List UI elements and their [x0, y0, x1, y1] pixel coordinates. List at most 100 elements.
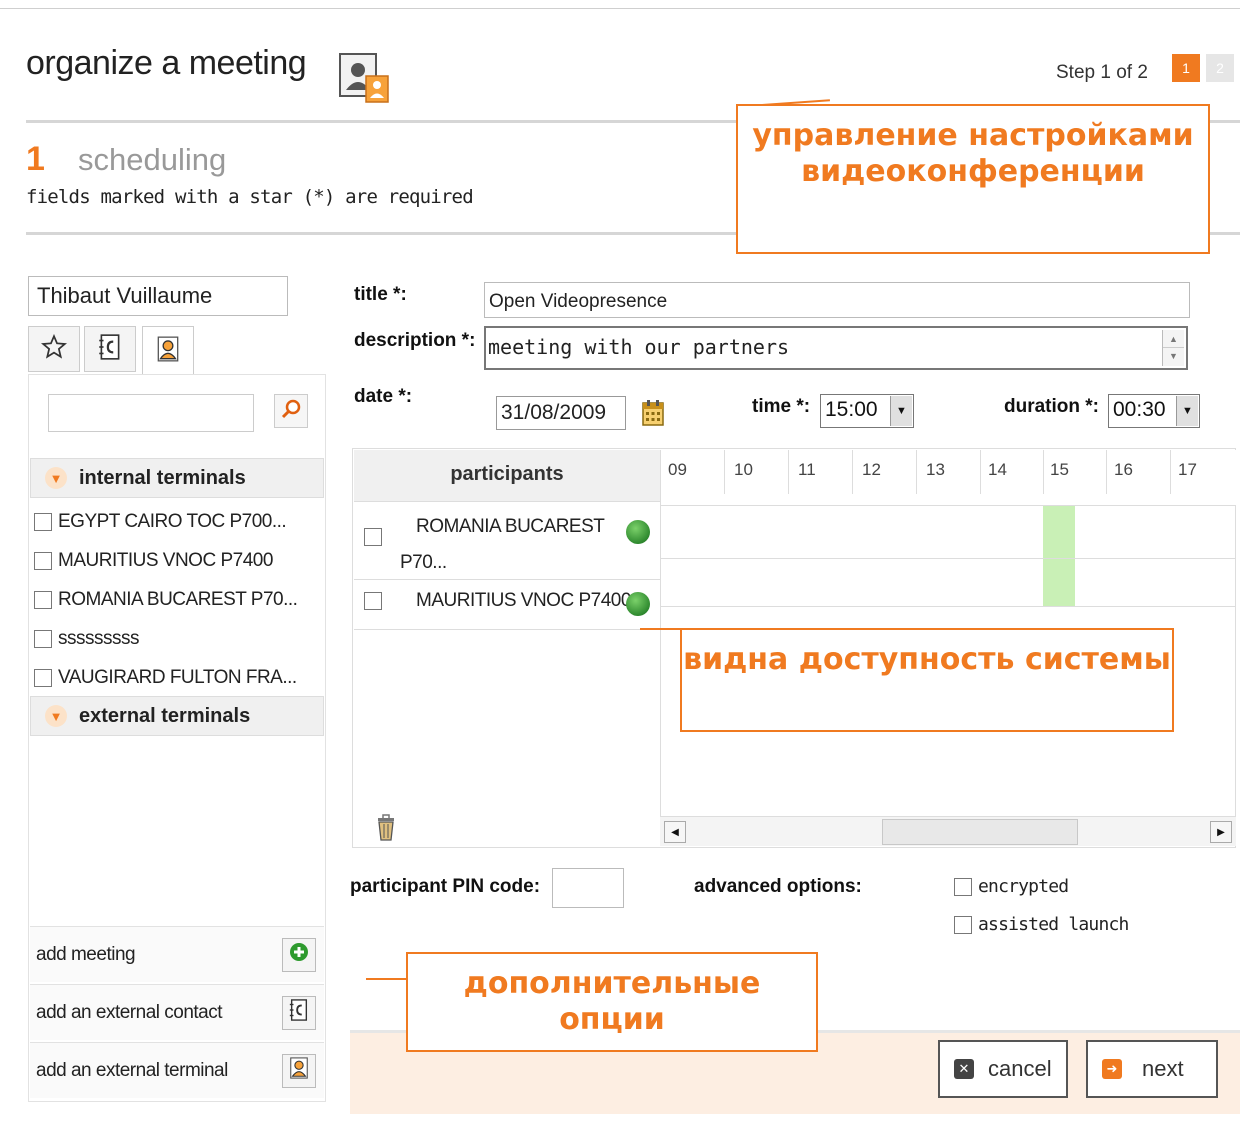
add-external-contact-label: add an external contact: [36, 1001, 223, 1023]
star-icon: [40, 333, 68, 365]
pin-input[interactable]: [552, 868, 624, 908]
next-label: next: [1142, 1056, 1184, 1081]
calendar-icon[interactable]: [640, 398, 666, 433]
time-label: time *:: [752, 396, 811, 417]
hour-label: 09: [668, 460, 687, 479]
participant-checkbox[interactable]: [364, 592, 382, 610]
chevron-down-icon: ▼: [890, 396, 912, 426]
chevron-down-icon: ▼: [45, 705, 67, 727]
user-name-field[interactable]: Thibaut Vuillaume: [28, 276, 288, 316]
annotation-settings: управление настройками видеоконференции: [736, 104, 1210, 254]
tab-contacts[interactable]: [84, 326, 136, 372]
address-book-icon: [97, 333, 123, 366]
encrypted-option[interactable]: encrypted: [954, 876, 1069, 897]
time-select[interactable]: 15:00 ▼: [820, 394, 914, 428]
participant-row[interactable]: MAURITIUS VNOC P7400: [354, 580, 660, 630]
add-meeting-button[interactable]: [282, 937, 316, 972]
user-terminal-icon: [155, 335, 181, 368]
participants-header: participants: [354, 450, 660, 502]
add-external-terminal-row: add an external terminal: [30, 1042, 324, 1098]
tab-favorites[interactable]: [28, 326, 80, 372]
participant-checkbox[interactable]: [364, 528, 382, 546]
hour-label: 15: [1050, 460, 1069, 479]
encrypted-checkbox[interactable]: [954, 877, 972, 896]
participant-row[interactable]: ROMANIA BUCAREST P70...: [354, 506, 660, 580]
assisted-launch-option[interactable]: assisted launch: [954, 914, 1129, 935]
add-external-terminal-button[interactable]: [282, 1053, 316, 1088]
next-button[interactable]: ➜ next: [1086, 1040, 1218, 1098]
scroll-left-icon[interactable]: ◀: [664, 821, 686, 843]
close-icon: ✕: [954, 1059, 974, 1079]
top-divider: [0, 8, 1240, 9]
title-input[interactable]: Open Videopresence: [484, 282, 1190, 318]
participants-column-divider: [660, 450, 661, 846]
assisted-launch-checkbox[interactable]: [954, 915, 972, 934]
date-input[interactable]: 31/08/2009: [496, 396, 626, 430]
external-terminals-header[interactable]: ▼ external terminals: [30, 696, 324, 736]
step-2-badge[interactable]: 2: [1206, 54, 1234, 82]
description-input[interactable]: meeting with our partners: [484, 326, 1188, 370]
terminal-checkbox[interactable]: [34, 668, 52, 687]
terminal-name: VAUGIRARD FULTON FRA...: [58, 666, 297, 688]
scroll-thumb[interactable]: [882, 819, 1078, 845]
participant-name: MAURITIUS VNOC P7400: [416, 590, 631, 611]
required-hint: fields marked with a star (*) are requir…: [26, 186, 474, 208]
add-external-terminal-label: add an external terminal: [36, 1059, 228, 1081]
hour-header: 09 10 11 12 13 14 15 16 17: [660, 450, 1236, 506]
hour-divider: [852, 450, 853, 494]
scroll-down-icon: ▼: [1169, 351, 1178, 361]
terminal-checkbox[interactable]: [34, 590, 52, 609]
add-external-contact-button[interactable]: [282, 995, 316, 1030]
internal-terminal-list: EGYPT CAIRO TOC P700... MAURITIUS VNOC P…: [34, 502, 322, 697]
timeline-row-divider: [660, 558, 1236, 559]
terminal-checkbox[interactable]: [34, 512, 52, 531]
list-item[interactable]: sssssssss: [34, 619, 322, 658]
add-meeting-label: add meeting: [36, 943, 136, 965]
scroll-right-icon[interactable]: ▶: [1210, 821, 1232, 843]
duration-label: duration *:: [1004, 396, 1099, 417]
scroll-up-icon: ▲: [1163, 330, 1184, 348]
timeline-horizontal-scrollbar[interactable]: ◀ ▶: [660, 816, 1236, 846]
title-label: title *:: [354, 284, 407, 305]
terminal-name: MAURITIUS VNOC P7400: [58, 549, 273, 571]
annotation-options: дополнительные опции: [406, 952, 818, 1052]
add-external-contact-row: add an external contact: [30, 984, 324, 1040]
cancel-button[interactable]: ✕ cancel: [938, 1040, 1068, 1098]
address-book-icon: [288, 998, 310, 1028]
list-item[interactable]: EGYPT CAIRO TOC P700...: [34, 502, 322, 541]
section-title: scheduling: [78, 142, 227, 177]
hour-label: 11: [798, 460, 816, 479]
user-terminal-icon: [288, 1056, 310, 1086]
hour-label: 13: [926, 460, 945, 479]
description-scrollbar[interactable]: ▲ ▼: [1162, 330, 1184, 366]
tab-terminals[interactable]: [142, 326, 194, 376]
search-icon: [280, 398, 302, 425]
encrypted-label: encrypted: [978, 876, 1069, 897]
hour-divider: [980, 450, 981, 494]
internal-terminals-header[interactable]: ▼ internal terminals: [30, 458, 324, 498]
list-item[interactable]: VAUGIRARD FULTON FRA...: [34, 658, 322, 697]
terminal-checkbox[interactable]: [34, 551, 52, 570]
step-indicator: Step 1 of 2: [1056, 62, 1148, 83]
step-1-badge[interactable]: 1: [1172, 54, 1200, 82]
list-item[interactable]: MAURITIUS VNOC P7400: [34, 541, 322, 580]
assisted-launch-label: assisted launch: [978, 914, 1129, 935]
available-status-icon: [626, 520, 650, 544]
annotation-leader-options: [366, 978, 410, 980]
terminal-name: sssssssss: [58, 627, 140, 649]
hour-divider: [788, 450, 789, 494]
terminal-name: ROMANIA BUCAREST P70...: [58, 588, 298, 610]
trash-icon[interactable]: [374, 814, 398, 847]
hour-label: 10: [734, 460, 753, 479]
terminal-checkbox[interactable]: [34, 629, 52, 648]
list-item[interactable]: ROMANIA BUCAREST P70...: [34, 580, 322, 619]
hour-divider: [916, 450, 917, 494]
chevron-down-icon: ▼: [1176, 396, 1198, 426]
internal-terminals-label: internal terminals: [79, 466, 246, 489]
timeline-row-divider: [660, 606, 1236, 607]
chevron-down-icon: ▼: [45, 467, 67, 489]
hour-divider: [1106, 450, 1107, 494]
search-button[interactable]: [274, 394, 308, 428]
duration-select[interactable]: 00:30 ▼: [1108, 394, 1200, 428]
terminal-search-input[interactable]: [48, 394, 254, 432]
